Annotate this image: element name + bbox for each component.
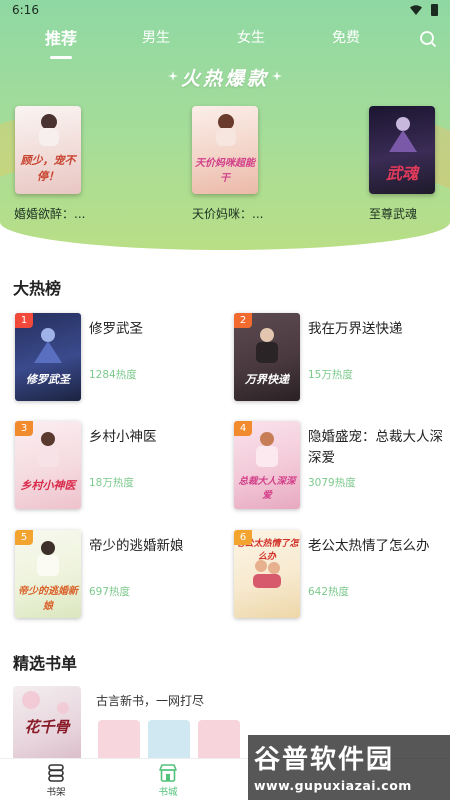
- rank-book-heat: 18万热度: [89, 477, 134, 489]
- rank-book-cover: 帝少的逃婚新娘 5: [15, 530, 81, 618]
- rank-book-heat: 15万热度: [308, 369, 353, 381]
- booklist-cover-text: 花千骨: [24, 718, 70, 736]
- hot-book-cover[interactable]: 顾少，宠不停！: [15, 106, 81, 194]
- rank-book-name: 乡村小神医: [89, 429, 157, 445]
- watermark: 谷普软件园 www.gupuxiazai.com: [248, 735, 450, 800]
- bottom-nav-label: 书架: [46, 787, 66, 798]
- rank-book-name: 我在万界送快递: [308, 321, 403, 337]
- rank-book-name: 老公太热情了怎么办: [308, 538, 430, 554]
- rank-badge: 1: [15, 313, 33, 328]
- rank-book-heat: 642热度: [308, 586, 350, 598]
- booklist-cover: 花千骨: [13, 686, 81, 766]
- wifi-icon: [410, 5, 422, 15]
- rank-badge: 6: [234, 530, 252, 545]
- hot-book-cover-text: 顾少，宠不停！: [20, 154, 76, 183]
- ranking-section-title: 大热榜: [13, 279, 62, 298]
- hot-book-cover-text: 天价妈咪超能干: [195, 158, 255, 184]
- battery-icon: [431, 4, 438, 16]
- rank-badge: 4: [234, 421, 252, 436]
- status-time: 6:16: [12, 3, 39, 17]
- rank-book-name: 修罗武圣: [89, 321, 143, 337]
- tab-free[interactable]: 免费: [316, 27, 376, 47]
- rank-item[interactable]: 帝少的逃婚新娘 5 帝少的逃婚新娘 697热度: [15, 530, 225, 622]
- rank-book-heat: 697热度: [89, 586, 131, 598]
- rank-badge: 2: [234, 313, 252, 328]
- hot-book-cover[interactable]: 武魂: [369, 106, 435, 194]
- rank-book-cover-text: 修罗武圣: [26, 373, 70, 386]
- hot-book-illustration: [39, 114, 59, 146]
- rank-item[interactable]: 老公太热情了怎么办 6 老公太热情了怎么办 642热度: [234, 530, 444, 622]
- rank-book-cover-text: 万界快递: [245, 373, 289, 386]
- booklist-section-title: 精选书单: [13, 654, 78, 673]
- tab-recommend[interactable]: 推荐: [31, 25, 91, 49]
- rank-book-illustration: [256, 328, 278, 363]
- rank-item[interactable]: 修罗武圣 1 修罗武圣 1284热度: [15, 313, 225, 405]
- hot-book-title[interactable]: 天价妈咪：...: [192, 205, 263, 222]
- rank-item[interactable]: 万界快递 2 我在万界送快递 15万热度: [234, 313, 444, 405]
- hot-book-cover-text: 武魂: [385, 164, 418, 183]
- bookstore-icon: [159, 764, 177, 782]
- hot-book-illustration: [216, 114, 236, 146]
- booklist-description: 古言新书，一网打尽: [96, 694, 205, 708]
- rank-item[interactable]: 总裁大人深深爱 4 隐婚盛宠：总裁大人深深爱 3079热度: [234, 421, 444, 513]
- watermark-title: 谷普软件园: [254, 745, 395, 775]
- sparkle-icon: [272, 71, 282, 81]
- hot-book-cover[interactable]: 天价妈咪超能干: [192, 106, 258, 194]
- rank-book-cover: 乡村小神医 3: [15, 421, 81, 509]
- top-nav: 推荐 男生 女生 免费: [0, 22, 450, 62]
- rank-book-cover-text: 总裁大人深深爱: [238, 476, 296, 501]
- watermark-url: www.gupuxiazai.com: [254, 778, 412, 793]
- rank-book-cover-text: 乡村小神医: [20, 479, 76, 492]
- rank-book-illustration: [256, 432, 278, 467]
- rank-book-cover-text: 帝少的逃婚新娘: [18, 586, 78, 612]
- rank-book-illustration: [37, 541, 59, 576]
- rank-book-illustration: [34, 328, 62, 363]
- bottom-nav-label: 书城: [158, 787, 178, 798]
- rank-book-heat: 3079热度: [308, 477, 356, 489]
- status-bar: 6:16: [0, 0, 450, 22]
- bottom-nav-bookstore[interactable]: 书城: [148, 763, 188, 798]
- bottom-nav-bookshelf[interactable]: 书架: [36, 763, 76, 798]
- rank-badge: 5: [15, 530, 33, 545]
- rank-book-cover: 老公太热情了怎么办 6: [234, 530, 300, 618]
- rank-book-cover: 万界快递 2: [234, 313, 300, 401]
- hot-section-title: 火热爆款: [180, 68, 269, 90]
- hot-book-illustration: [389, 117, 417, 152]
- tab-male[interactable]: 男生: [126, 27, 186, 47]
- rank-book-name: 隐婚盛宠：总裁大人深深爱: [308, 429, 443, 466]
- rank-book-cover: 修罗武圣 1: [15, 313, 81, 401]
- active-tab-indicator: [50, 56, 72, 59]
- hot-book-title[interactable]: 至尊武魂: [369, 205, 417, 222]
- rank-book-illustration: [37, 432, 59, 467]
- search-icon[interactable]: [418, 29, 438, 49]
- rank-book-name: 帝少的逃婚新娘: [89, 538, 184, 554]
- bookshelf-icon: [48, 764, 64, 782]
- rank-item[interactable]: 乡村小神医 3 乡村小神医 18万热度: [15, 421, 225, 513]
- tab-female[interactable]: 女生: [221, 27, 281, 47]
- rank-book-cover: 总裁大人深深爱 4: [234, 421, 300, 509]
- rank-book-heat: 1284热度: [89, 369, 137, 381]
- rank-badge: 3: [15, 421, 33, 436]
- hot-book-title[interactable]: 婚婚欲醉：...: [14, 205, 85, 222]
